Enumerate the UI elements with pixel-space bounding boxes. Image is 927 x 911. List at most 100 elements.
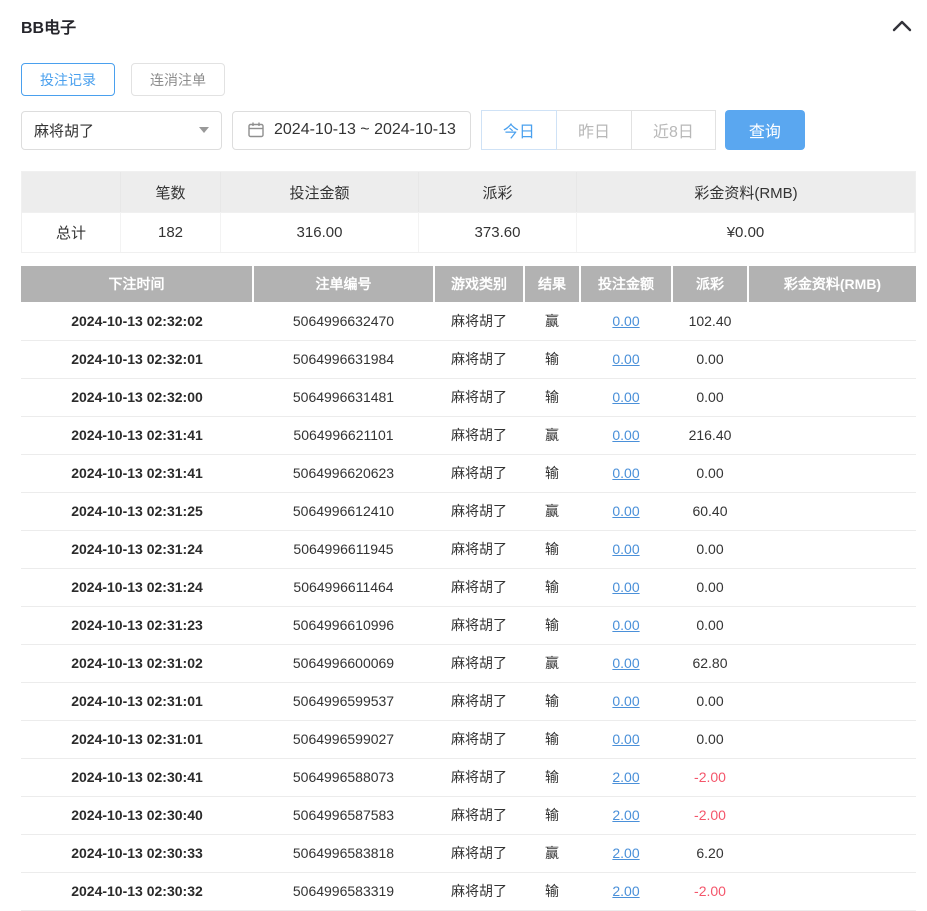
table-row: 2024-10-13 02:31:24 5064996611464 麻将胡了输 0.0… xyxy=(21,568,916,607)
bet-amount-cell: 0.00 xyxy=(580,530,672,569)
bet-amount-cell: 0.00 xyxy=(580,454,672,493)
bet-time: 2024-10-13 02:32:00 xyxy=(21,378,253,417)
query-button[interactable]: 查询 xyxy=(724,110,805,150)
bet-amount-link[interactable]: 2.00 xyxy=(612,769,639,785)
payout-amount: 0.00 xyxy=(672,340,748,379)
summary-col-bet: 投注金额 xyxy=(221,172,419,212)
summary-table: 笔数 投注金额 派彩 彩金资料(RMB) 总计 182 316.00 373.6… xyxy=(21,171,916,253)
bet-amount-link[interactable]: 2.00 xyxy=(612,883,639,899)
bet-amount-link[interactable]: 2.00 xyxy=(612,807,639,823)
bet-amount-link[interactable]: 0.00 xyxy=(612,313,639,329)
last-8-days-button[interactable]: 近8日 xyxy=(630,110,716,150)
bet-result: 赢 xyxy=(524,834,580,873)
bet-time: 2024-10-13 02:31:01 xyxy=(21,682,253,721)
bonus-amount xyxy=(748,378,916,417)
bet-result: 赢 xyxy=(524,416,580,455)
bet-amount-cell: 0.00 xyxy=(580,568,672,607)
game-select[interactable]: 麻将胡了 xyxy=(21,110,222,150)
bet-result: 输 xyxy=(524,378,580,417)
record-tabs: 投注记录 连消注单 xyxy=(21,63,916,96)
bet-amount-cell: 0.00 xyxy=(580,378,672,417)
bonus-amount xyxy=(748,720,916,759)
bonus-amount xyxy=(748,682,916,721)
bet-time: 2024-10-13 02:31:01 xyxy=(21,720,253,759)
table-row: 2024-10-13 02:30:33 5064996583818 麻将胡了赢 2.0… xyxy=(21,834,916,873)
order-number: 5064996612410 xyxy=(253,492,434,531)
today-button[interactable]: 今日 xyxy=(480,110,557,150)
payout-amount: 0.00 xyxy=(672,530,748,569)
table-row: 2024-10-13 02:31:01 5064996599027 麻将胡了输 0.0… xyxy=(21,720,916,759)
bonus-amount xyxy=(748,492,916,531)
bet-result: 输 xyxy=(524,606,580,645)
payout-amount: -2.00 xyxy=(672,758,748,797)
bet-amount-cell: 0.00 xyxy=(580,492,672,531)
payout-amount: 0.00 xyxy=(672,720,748,759)
summary-col-count: 笔数 xyxy=(121,172,221,212)
col-result: 结果 xyxy=(524,266,581,302)
bet-amount-link[interactable]: 0.00 xyxy=(612,579,639,595)
bet-result: 输 xyxy=(524,340,580,379)
col-game-type: 游戏类别 xyxy=(434,266,525,302)
game-type: 麻将胡了 xyxy=(434,492,524,531)
bet-amount-link[interactable]: 0.00 xyxy=(612,351,639,367)
yesterday-button[interactable]: 昨日 xyxy=(555,110,632,150)
bet-result: 输 xyxy=(524,796,580,835)
tab-combo-orders[interactable]: 连消注单 xyxy=(131,63,225,96)
collapse-chevron-up-icon[interactable] xyxy=(888,18,916,34)
payout-amount: 0.00 xyxy=(672,378,748,417)
table-row: 2024-10-13 02:32:02 5064996632470 麻将胡了赢 0.0… xyxy=(21,302,916,341)
payout-amount: 6.20 xyxy=(672,834,748,873)
order-number: 5064996632470 xyxy=(253,302,434,341)
game-select-value: 麻将胡了 xyxy=(34,122,95,140)
game-type: 麻将胡了 xyxy=(434,302,524,341)
bet-amount-cell: 0.00 xyxy=(580,302,672,341)
bet-time: 2024-10-13 02:31:24 xyxy=(21,530,253,569)
bet-result: 输 xyxy=(524,872,580,911)
game-type: 麻将胡了 xyxy=(434,682,524,721)
bet-amount-cell: 2.00 xyxy=(580,834,672,873)
game-type: 麻将胡了 xyxy=(434,568,524,607)
bet-amount-link[interactable]: 0.00 xyxy=(612,731,639,747)
bet-amount-link[interactable]: 0.00 xyxy=(612,655,639,671)
bonus-amount xyxy=(748,416,916,455)
game-type: 麻将胡了 xyxy=(434,644,524,683)
game-type: 麻将胡了 xyxy=(434,834,524,873)
game-type: 麻将胡了 xyxy=(434,872,524,911)
bet-time: 2024-10-13 02:31:24 xyxy=(21,568,253,607)
summary-header-row: 笔数 投注金额 派彩 彩金资料(RMB) xyxy=(22,172,915,212)
bet-amount-link[interactable]: 0.00 xyxy=(612,427,639,443)
bet-result: 赢 xyxy=(524,492,580,531)
payout-amount: 0.00 xyxy=(672,606,748,645)
bet-result: 输 xyxy=(524,720,580,759)
table-row: 2024-10-13 02:31:41 5064996621101 麻将胡了赢 0.0… xyxy=(21,416,916,455)
table-row: 2024-10-13 02:31:01 5064996599537 麻将胡了输 0.0… xyxy=(21,682,916,721)
bet-amount-link[interactable]: 0.00 xyxy=(612,617,639,633)
col-payout: 派彩 xyxy=(672,266,749,302)
bet-time: 2024-10-13 02:30:32 xyxy=(21,872,253,911)
date-range-picker[interactable]: 2024-10-13 ~ 2024-10-13 xyxy=(232,110,471,150)
col-bet-time: 下注时间 xyxy=(21,266,254,302)
order-number: 5064996610996 xyxy=(253,606,434,645)
bet-amount-link[interactable]: 0.00 xyxy=(612,693,639,709)
game-type: 麻将胡了 xyxy=(434,454,524,493)
payout-amount: 102.40 xyxy=(672,302,748,341)
bet-amount-link[interactable]: 2.00 xyxy=(612,845,639,861)
bet-amount-link[interactable]: 0.00 xyxy=(612,503,639,519)
calendar-icon xyxy=(247,121,265,139)
order-number: 5064996611464 xyxy=(253,568,434,607)
bet-amount-link[interactable]: 0.00 xyxy=(612,541,639,557)
date-range-value: 2024-10-13 ~ 2024-10-13 xyxy=(274,121,456,138)
bet-result: 输 xyxy=(524,568,580,607)
game-type: 麻将胡了 xyxy=(434,720,524,759)
table-row: 2024-10-13 02:31:23 5064996610996 麻将胡了输 0.0… xyxy=(21,606,916,645)
bet-amount-link[interactable]: 0.00 xyxy=(612,389,639,405)
game-type: 麻将胡了 xyxy=(434,378,524,417)
bet-amount-link[interactable]: 0.00 xyxy=(612,465,639,481)
bonus-amount xyxy=(748,606,916,645)
bet-table: 下注时间 注单编号 游戏类别 结果 投注金额 派彩 彩金资料(RMB) 2024… xyxy=(21,266,916,911)
tab-betting-records[interactable]: 投注记录 xyxy=(21,63,115,96)
payout-amount: 216.40 xyxy=(672,416,748,455)
bonus-amount xyxy=(748,302,916,341)
bet-amount-cell: 0.00 xyxy=(580,606,672,645)
bet-result: 赢 xyxy=(524,644,580,683)
